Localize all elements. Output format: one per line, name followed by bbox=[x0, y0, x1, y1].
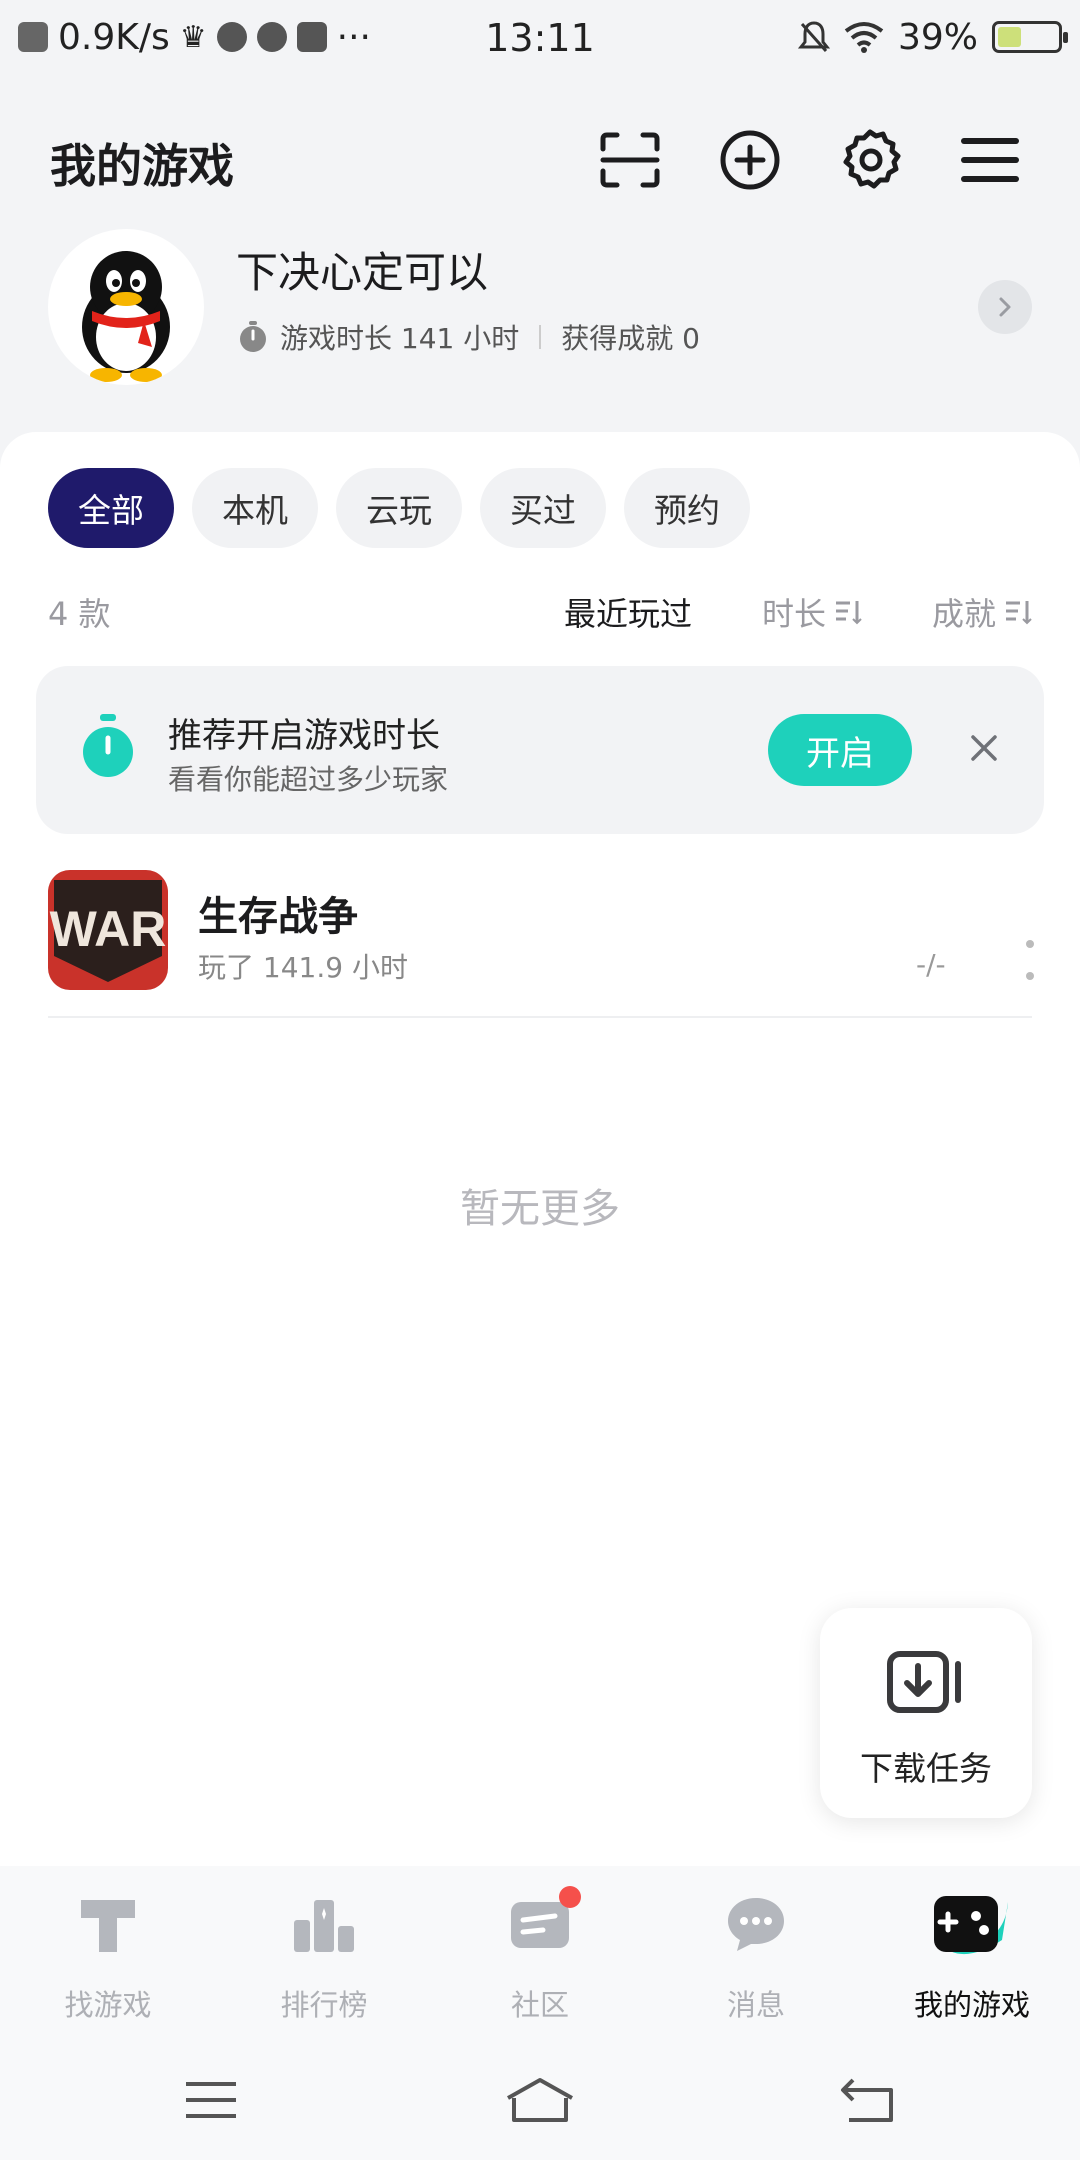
username: 下决心定可以 bbox=[236, 248, 489, 297]
sort-order-icon bbox=[1006, 601, 1032, 625]
download-task-label: 下载任务 bbox=[860, 1749, 992, 1788]
enable-playtime-button[interactable]: 开启 bbox=[768, 714, 912, 786]
stat-divider bbox=[539, 325, 542, 349]
stopwatch-icon bbox=[83, 714, 133, 777]
svg-text:WAR: WAR bbox=[50, 901, 167, 957]
notification-badge bbox=[559, 1886, 581, 1908]
mute-icon bbox=[797, 21, 830, 52]
dot bbox=[1026, 940, 1034, 948]
sort-duration[interactable]: 时长 bbox=[762, 589, 862, 635]
home-icon bbox=[507, 2078, 573, 2122]
achievement-stat: 获得成就 0 bbox=[561, 322, 700, 355]
my-games-icon bbox=[934, 1896, 1008, 1955]
status-bar: 0.9K/s ♛ ··· 13:11 39% bbox=[0, 0, 1080, 74]
menu-button[interactable] bbox=[954, 124, 1026, 196]
sort-recent[interactable]: 最近玩过 bbox=[564, 589, 692, 635]
download-task-button[interactable]: 下载任务 bbox=[820, 1608, 1032, 1818]
banner-subtitle: 看看你能超过多少玩家 bbox=[168, 763, 449, 796]
scan-button[interactable] bbox=[594, 124, 666, 196]
recent-apps-button[interactable] bbox=[163, 2070, 259, 2130]
filter-chip-cloud[interactable]: 云玩 bbox=[336, 468, 462, 548]
gear-icon bbox=[843, 129, 901, 189]
tab-messages[interactable]: 消息 bbox=[648, 1866, 864, 2030]
tab-label: 社区 bbox=[510, 1988, 569, 2022]
game-icon[interactable]: WAR bbox=[48, 870, 168, 990]
playtime-promo-banner: 推荐开启游戏时长 看看你能超过多少玩家 开启 bbox=[36, 666, 1044, 834]
back-icon bbox=[841, 2078, 893, 2122]
add-circle-icon bbox=[720, 130, 780, 190]
filter-chip-reserved[interactable]: 预约 bbox=[624, 468, 750, 548]
page-title: 我的游戏 bbox=[50, 139, 234, 193]
profile-detail-button[interactable] bbox=[978, 280, 1032, 334]
home-button[interactable] bbox=[492, 2070, 588, 2130]
play-notification-icon bbox=[256, 22, 287, 52]
game-achievement-progress: -/- bbox=[916, 948, 946, 981]
back-button[interactable] bbox=[820, 2070, 916, 2130]
chevron-right-icon bbox=[999, 297, 1011, 317]
system-nav-bar bbox=[0, 2030, 1080, 2160]
empty-list-hint: 暂无更多 bbox=[460, 1186, 620, 1232]
message-icon bbox=[728, 1898, 784, 1951]
settings-button[interactable] bbox=[834, 124, 906, 196]
tab-ranking[interactable]: 排行榜 bbox=[216, 1866, 432, 2030]
tab-find-game[interactable]: 找游戏 bbox=[0, 1866, 216, 2030]
sort-achievement-label: 成就 bbox=[931, 595, 996, 633]
penguin-avatar-icon bbox=[82, 251, 170, 382]
sort-achievement[interactable]: 成就 bbox=[932, 589, 1032, 635]
menu-lines-icon bbox=[186, 2082, 236, 2118]
tab-community[interactable]: 社区 bbox=[432, 1866, 648, 2030]
dot bbox=[1026, 972, 1034, 980]
find-game-icon bbox=[81, 1900, 135, 1952]
game-more-button[interactable] bbox=[1018, 940, 1042, 980]
profile-stats: 游戏时长 141 小时 获得成就 0 bbox=[238, 317, 700, 357]
hamburger-menu-icon bbox=[961, 138, 1019, 182]
avatar[interactable] bbox=[48, 229, 204, 385]
network-speed: 0.9K/s bbox=[58, 16, 170, 58]
game-list-item[interactable]: WAR 生存战争 玩了 141.9 小时 -/- bbox=[48, 870, 1034, 1018]
tab-label: 排行榜 bbox=[280, 1988, 368, 2022]
battery-icon bbox=[992, 21, 1068, 53]
battery-percent: 39% bbox=[897, 16, 978, 58]
filter-chip-local[interactable]: 本机 bbox=[192, 468, 318, 548]
banner-close-button[interactable] bbox=[954, 718, 1014, 778]
sort-bar: 4 款 最近玩过 时长 成就 bbox=[48, 582, 1032, 642]
tieba-icon bbox=[296, 22, 327, 52]
tab-label: 消息 bbox=[726, 1988, 785, 2022]
sort-duration-label: 时长 bbox=[761, 595, 826, 633]
game-count: 4 款 bbox=[48, 595, 111, 633]
banner-title: 推荐开启游戏时长 bbox=[168, 716, 440, 756]
tab-my-games[interactable]: 我的游戏 bbox=[864, 1866, 1080, 2030]
crown-icon: ♛ bbox=[179, 19, 207, 55]
tab-label: 找游戏 bbox=[64, 1988, 152, 2022]
tab-label: 我的游戏 bbox=[913, 1988, 1030, 2022]
filter-chips: 全部 本机 云玩 买过 预约 bbox=[48, 468, 750, 548]
game-name: 生存战争 bbox=[198, 894, 358, 940]
more-notifications-icon: ··· bbox=[336, 16, 371, 58]
game-playtime: 玩了 141.9 小时 bbox=[198, 951, 408, 984]
download-icon bbox=[887, 1651, 961, 1713]
stopwatch-icon bbox=[240, 321, 266, 352]
profile-card[interactable]: 下决心定可以 游戏时长 141 小时 获得成就 0 bbox=[0, 225, 1080, 385]
sort-order-icon bbox=[835, 601, 862, 625]
notification-close-icon bbox=[18, 22, 48, 52]
sort-recent-label: 最近玩过 bbox=[563, 595, 692, 633]
wifi-icon bbox=[844, 22, 884, 53]
filter-chip-all[interactable]: 全部 bbox=[48, 468, 174, 548]
bottom-tab-bar: 找游戏 排行榜 社区 消息 我的游戏 bbox=[0, 1866, 1080, 2030]
playtime-stat: 游戏时长 141 小时 bbox=[280, 322, 520, 355]
scan-icon bbox=[600, 132, 660, 188]
war-game-logo-icon: WAR bbox=[48, 870, 168, 990]
filter-chip-purchased[interactable]: 买过 bbox=[480, 468, 606, 548]
close-icon bbox=[971, 735, 997, 761]
add-button[interactable] bbox=[714, 124, 786, 196]
header: 我的游戏 bbox=[0, 120, 1080, 200]
ranking-icon bbox=[294, 1900, 354, 1952]
app-notification-icon bbox=[216, 22, 247, 52]
